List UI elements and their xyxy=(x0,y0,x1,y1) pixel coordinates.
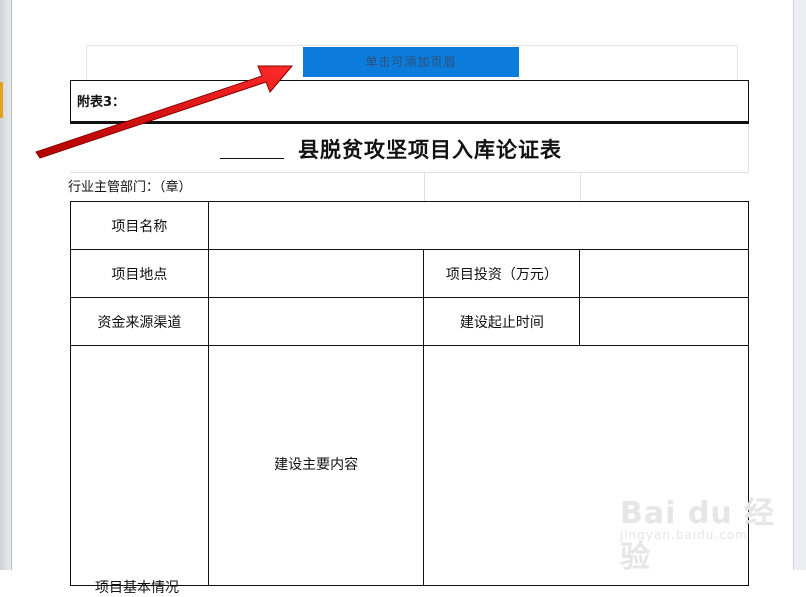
construction-period-cell[interactable] xyxy=(579,297,749,346)
project-location-cell[interactable] xyxy=(207,249,425,298)
baidu-watermark: Bai du 经验 jingyan.baidu.com xyxy=(620,488,806,576)
sheet-tab-marker xyxy=(0,82,3,118)
table-row: 项目地点 项目投资（万元） xyxy=(70,249,749,298)
funding-source-cell[interactable] xyxy=(207,297,425,346)
gridline xyxy=(424,173,425,202)
project-investment-label[interactable]: 项目投资（万元） xyxy=(423,249,581,298)
project-name-label[interactable]: 项目名称 xyxy=(70,201,209,250)
basic-situation-label: 项目基本情况 xyxy=(95,580,179,596)
form-title-text: 县脱贫攻坚项目入库论证表 xyxy=(298,137,562,162)
title-blank-line xyxy=(220,140,284,159)
title-row[interactable]: 县脱贫攻坚项目入库论证表 xyxy=(70,124,749,172)
form-title: 县脱贫攻坚项目入库论证表 xyxy=(220,134,562,164)
watermark-url: jingyan.baidu.com xyxy=(620,528,748,542)
project-investment-cell[interactable] xyxy=(579,249,749,298)
basic-situation-cell[interactable]: 项目基本情况 xyxy=(70,345,209,596)
department-label: 行业主管部门：（章） xyxy=(68,180,192,195)
construction-period-label[interactable]: 建设起止时间 xyxy=(423,297,581,346)
table-row: 资金来源渠道 建设起止时间 xyxy=(70,297,749,346)
department-row[interactable]: 行业主管部门：（章） xyxy=(68,172,749,202)
table-row: 项目名称 xyxy=(70,201,750,250)
vertical-scrollbar[interactable] xyxy=(793,0,806,570)
attachment-label[interactable]: 附表3： xyxy=(70,80,749,124)
main-content-label[interactable]: 建设主要内容 xyxy=(207,345,425,586)
add-header-button[interactable]: 单击可添加页眉 xyxy=(303,47,519,77)
funding-source-label[interactable]: 资金来源渠道 xyxy=(70,297,209,346)
project-location-label[interactable]: 项目地点 xyxy=(70,249,209,298)
left-ruler-rail xyxy=(0,0,12,570)
project-name-cell[interactable] xyxy=(207,201,750,250)
gridline xyxy=(580,173,581,202)
